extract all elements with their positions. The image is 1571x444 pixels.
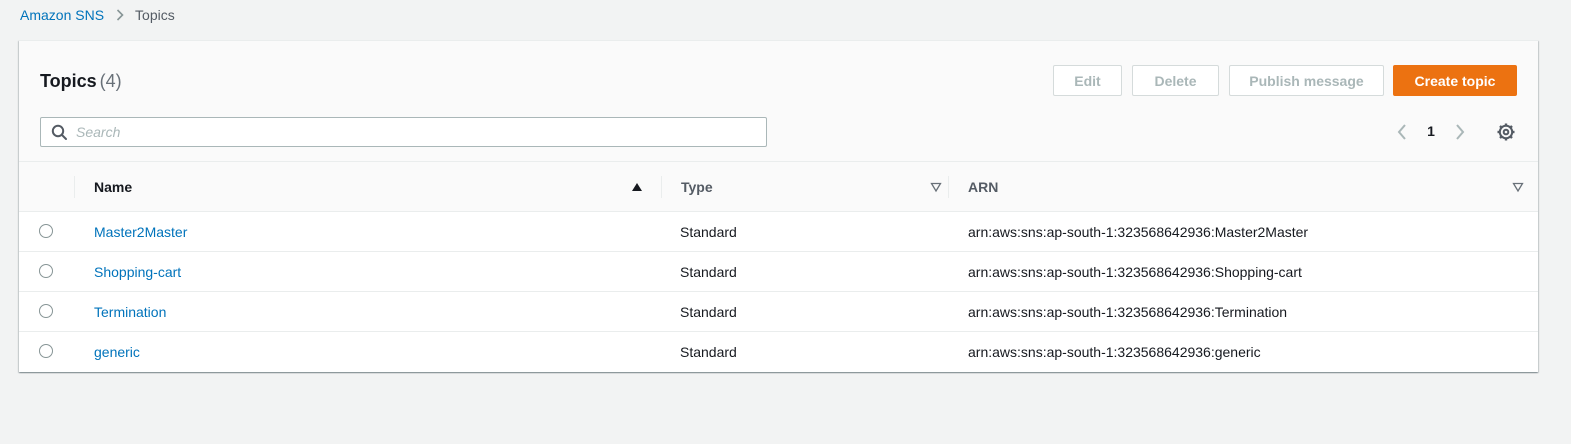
topic-arn: arn:aws:sns:ap-south-1:323568642936:Term… bbox=[968, 304, 1288, 320]
column-divider bbox=[661, 176, 662, 198]
topic-arn: arn:aws:sns:ap-south-1:323568642936:Shop… bbox=[968, 264, 1302, 280]
table-row[interactable]: generic Standard arn:aws:sns:ap-south-1:… bbox=[19, 332, 1538, 372]
search-icon bbox=[51, 124, 68, 141]
create-topic-button[interactable]: Create topic bbox=[1393, 65, 1517, 96]
row-radio-button[interactable] bbox=[39, 344, 53, 358]
column-header-name[interactable]: Name bbox=[74, 162, 661, 212]
edit-button[interactable]: Edit bbox=[1053, 65, 1122, 96]
row-radio-button[interactable] bbox=[39, 224, 53, 238]
topics-panel: Topics (4) Edit Delete Publish message Cr… bbox=[19, 40, 1538, 372]
chevron-right-icon[interactable] bbox=[1449, 121, 1471, 143]
table-row[interactable]: Termination Standard arn:aws:sns:ap-sout… bbox=[19, 292, 1538, 332]
caret-down-outline-icon[interactable] bbox=[1512, 180, 1524, 193]
column-label-arn: ARN bbox=[968, 179, 999, 195]
column-header-type[interactable]: Type bbox=[661, 162, 948, 212]
breadcrumb: Amazon SNS Topics bbox=[20, 6, 175, 24]
current-page-number[interactable]: 1 bbox=[1423, 123, 1439, 139]
row-radio-button[interactable] bbox=[39, 264, 53, 278]
publish-message-button[interactable]: Publish message bbox=[1229, 65, 1384, 96]
caret-up-filled-icon[interactable] bbox=[631, 180, 643, 192]
topic-name-link[interactable]: generic bbox=[94, 344, 140, 360]
gear-icon[interactable] bbox=[1495, 121, 1517, 143]
column-label-name: Name bbox=[94, 179, 133, 195]
delete-button[interactable]: Delete bbox=[1132, 65, 1219, 96]
search-box bbox=[40, 117, 767, 147]
topic-type: Standard bbox=[680, 304, 737, 320]
page-title: Topics (4) bbox=[40, 71, 122, 92]
row-radio-button[interactable] bbox=[39, 304, 53, 318]
panel-header: Topics (4) Edit Delete Publish message Cr… bbox=[19, 41, 1538, 162]
column-divider bbox=[948, 176, 949, 198]
topic-name-link[interactable]: Termination bbox=[94, 304, 166, 320]
breadcrumb-link-amazon-sns[interactable]: Amazon SNS bbox=[20, 7, 104, 23]
breadcrumb-current: Topics bbox=[135, 7, 175, 23]
topic-name-link[interactable]: Shopping-cart bbox=[94, 264, 181, 280]
topic-name-link[interactable]: Master2Master bbox=[94, 224, 187, 240]
table-row[interactable]: Master2Master Standard arn:aws:sns:ap-so… bbox=[19, 212, 1538, 252]
chevron-right-icon bbox=[116, 9, 124, 21]
column-divider bbox=[74, 176, 75, 198]
title-text: Topics bbox=[40, 71, 97, 91]
topic-type: Standard bbox=[680, 224, 737, 240]
table-row[interactable]: Shopping-cart Standard arn:aws:sns:ap-so… bbox=[19, 252, 1538, 292]
topic-arn: arn:aws:sns:ap-south-1:323568642936:Mast… bbox=[968, 224, 1309, 240]
column-select bbox=[19, 162, 74, 212]
topic-count: (4) bbox=[99, 71, 122, 91]
topic-arn: arn:aws:sns:ap-south-1:323568642936:gene… bbox=[968, 344, 1261, 360]
column-header-arn[interactable]: ARN bbox=[948, 162, 1538, 212]
chevron-left-icon[interactable] bbox=[1391, 121, 1413, 143]
table-header: Name Type ARN bbox=[19, 162, 1538, 212]
caret-down-outline-icon[interactable] bbox=[930, 180, 942, 193]
topic-type: Standard bbox=[680, 264, 737, 280]
column-label-type: Type bbox=[681, 179, 713, 195]
search-input[interactable] bbox=[74, 118, 754, 146]
topic-type: Standard bbox=[680, 344, 737, 360]
